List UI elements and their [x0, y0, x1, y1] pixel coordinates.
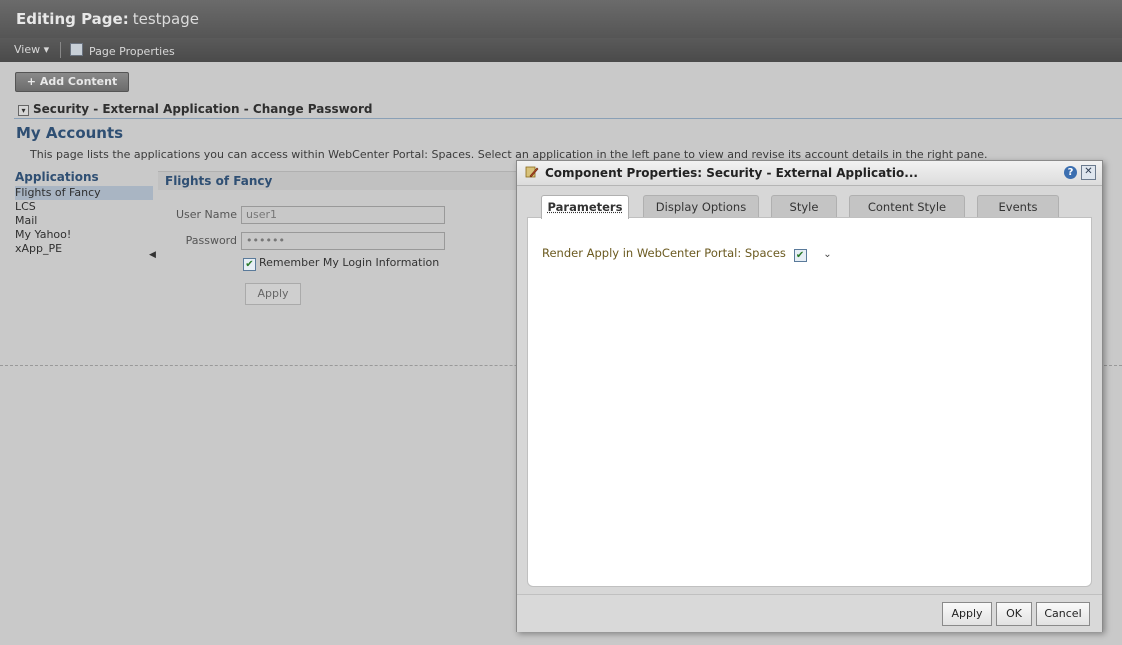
- collapse-toggle-icon[interactable]: ▾: [18, 105, 29, 116]
- dialog-body: Render Apply in WebCenter Portal: Spaces…: [527, 217, 1092, 587]
- tab-display-options[interactable]: Display Options: [643, 195, 759, 218]
- toolbar: View ▾ Page Properties: [0, 38, 1122, 63]
- dialog-ok-button[interactable]: OK: [996, 602, 1032, 626]
- dialog-cancel-button[interactable]: Cancel: [1036, 602, 1090, 626]
- remember-label: Remember My Login Information: [259, 256, 440, 269]
- view-menu[interactable]: View ▾: [14, 43, 49, 56]
- apply-button[interactable]: Apply: [245, 283, 301, 305]
- page-properties-icon: [70, 43, 83, 56]
- dialog-footer: Apply OK Cancel: [517, 594, 1102, 632]
- component-properties-dialog: Component Properties: Security - Externa…: [516, 160, 1103, 632]
- dialog-tabs: Parameters Display Options Style Content…: [531, 195, 1091, 219]
- user-name-field[interactable]: user1: [241, 206, 445, 224]
- application-list: Flights of Fancy LCS Mail My Yahoo! xApp…: [15, 186, 155, 256]
- accounts-title: My Accounts: [16, 124, 124, 142]
- application-item[interactable]: Mail: [15, 214, 155, 228]
- user-name-label: User Name: [175, 208, 237, 221]
- render-apply-checkbox[interactable]: ✔: [793, 249, 807, 262]
- dialog-title-bar[interactable]: Component Properties: Security - Externa…: [517, 161, 1102, 186]
- close-icon[interactable]: ✕: [1081, 165, 1096, 180]
- detail-title: Flights of Fancy: [165, 174, 273, 188]
- render-apply-row: Render Apply in WebCenter Portal: Spaces…: [542, 246, 832, 262]
- section-title: Security - External Application - Change…: [33, 102, 373, 116]
- tab-style[interactable]: Style: [771, 195, 837, 218]
- dialog-apply-button[interactable]: Apply: [942, 602, 992, 626]
- detail-header: Flights of Fancy: [158, 171, 518, 190]
- checkbox-icon[interactable]: ✔: [243, 258, 256, 271]
- tab-events[interactable]: Events: [977, 195, 1059, 218]
- password-field[interactable]: ••••••: [241, 232, 445, 250]
- toolbar-separator: [60, 42, 61, 58]
- application-item[interactable]: LCS: [15, 200, 155, 214]
- tab-parameters[interactable]: Parameters: [541, 195, 629, 219]
- render-apply-label: Render Apply in WebCenter Portal: Spaces: [542, 246, 786, 260]
- remember-login[interactable]: ✔ Remember My Login Information: [243, 256, 439, 271]
- page-properties-button[interactable]: Page Properties: [70, 43, 175, 58]
- application-item[interactable]: xApp_PE: [15, 242, 155, 256]
- top-bar: Editing Page: testpage: [0, 0, 1122, 39]
- page-title-prefix: Editing Page:: [16, 10, 129, 28]
- section-divider: [14, 118, 1122, 119]
- password-label: Password: [185, 234, 237, 247]
- page-name: testpage: [132, 10, 199, 28]
- edit-properties-icon: [525, 166, 539, 178]
- applications-heading: Applications: [15, 170, 99, 184]
- application-item[interactable]: Flights of Fancy: [15, 186, 153, 200]
- page-title: Editing Page: testpage: [16, 10, 199, 28]
- tab-content-style[interactable]: Content Style: [849, 195, 965, 218]
- application-item[interactable]: My Yahoo!: [15, 228, 155, 242]
- chevron-down-icon[interactable]: ⌄: [823, 249, 831, 260]
- dialog-title: Component Properties: Security - Externa…: [545, 166, 918, 180]
- page-properties-label: Page Properties: [89, 45, 175, 58]
- section-header: ▾ Security - External Application - Chang…: [18, 102, 373, 116]
- help-icon[interactable]: ?: [1064, 166, 1077, 179]
- add-content-button[interactable]: + Add Content: [15, 72, 129, 92]
- pane-splitter-icon[interactable]: ◀: [149, 250, 156, 260]
